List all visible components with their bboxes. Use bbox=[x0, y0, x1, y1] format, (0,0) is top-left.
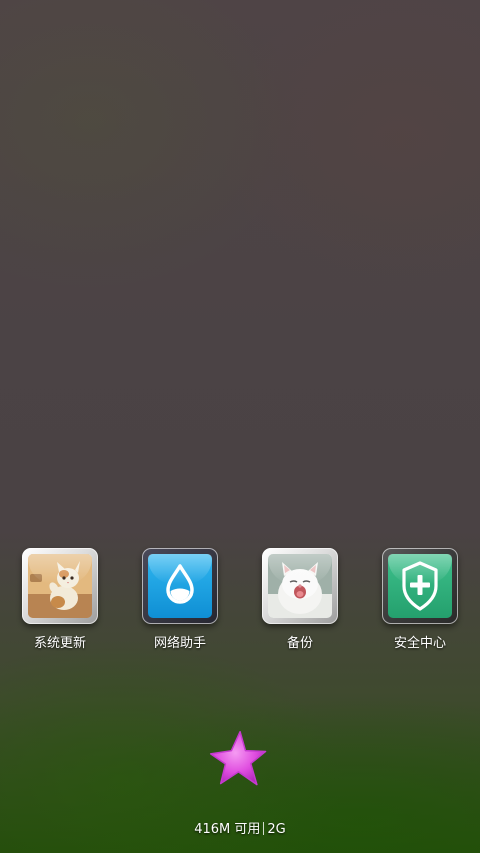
memory-available-text: 416M 可用 bbox=[194, 822, 261, 837]
star-icon bbox=[209, 730, 267, 786]
app-network-assistant[interactable]: 网络助手 bbox=[120, 548, 240, 658]
app-backup[interactable]: 备份 bbox=[240, 548, 360, 658]
home-screen: 系统更新 网络助手 备份 安全中心 416M 可用 2G bbox=[0, 0, 480, 853]
app-label: 安全中心 bbox=[393, 636, 446, 651]
app-icon-frame bbox=[142, 548, 218, 624]
white-kitten-photo-icon bbox=[268, 554, 332, 618]
app-icon-frame bbox=[22, 548, 98, 624]
app-icon-frame bbox=[382, 548, 458, 624]
app-system-update[interactable]: 系统更新 bbox=[0, 548, 120, 658]
favorites-star-button[interactable] bbox=[206, 728, 274, 794]
app-label: 网络助手 bbox=[153, 636, 206, 651]
separator bbox=[263, 822, 265, 835]
network-type-text: 2G bbox=[267, 822, 286, 837]
app-label: 备份 bbox=[286, 636, 313, 651]
cat-photo-icon bbox=[28, 554, 92, 618]
water-drop-icon bbox=[148, 554, 212, 618]
shield-plus-icon bbox=[388, 554, 452, 618]
app-label: 系统更新 bbox=[33, 636, 86, 651]
app-security-center[interactable]: 安全中心 bbox=[360, 548, 480, 658]
app-icon-frame bbox=[262, 548, 338, 624]
app-icon-row: 系统更新 网络助手 备份 安全中心 bbox=[0, 548, 480, 658]
memory-status-bar: 416M 可用 2G bbox=[0, 818, 480, 837]
